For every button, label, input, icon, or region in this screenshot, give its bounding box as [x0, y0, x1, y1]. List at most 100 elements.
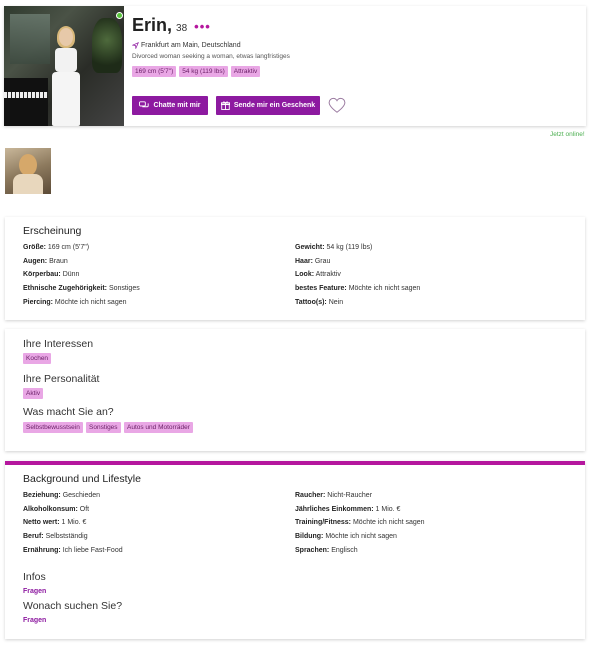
detail-label: Beziehung: [23, 492, 61, 499]
profile-tag: 54 kg (119 lbs) [179, 66, 228, 77]
profile-tags: 169 cm (5'7") 54 kg (119 lbs) Attraktiv [132, 66, 261, 77]
detail-value: Oft [79, 505, 90, 513]
photo-plant [92, 18, 122, 73]
detail-label: Körperbau: [23, 271, 61, 279]
photo-torso [55, 48, 77, 72]
detail-label: Ernährung: [23, 546, 61, 554]
detail-value: Möchte ich nicht sagen [325, 533, 397, 541]
detail-row: Tattoo(s): Nein [295, 299, 343, 306]
online-indicator-icon [116, 12, 123, 19]
detail-value: Sonstiges [108, 285, 140, 293]
profile-location: Frankfurt am Main, Deutschland [132, 42, 241, 49]
main-profile-photo[interactable] [4, 6, 124, 126]
detail-row: Ethnische Zugehörigkeit: Sonstiges [23, 285, 140, 292]
favorite-heart-icon[interactable] [328, 97, 346, 114]
chat-button-label: Chatte mit mir [153, 102, 201, 109]
detail-label: Netto wert: [23, 519, 60, 527]
photo-legs [52, 72, 80, 126]
detail-row: Größe: 169 cm (5'7") [23, 244, 89, 251]
interests-card: Ihre Interessen Kochen Ihre Personalität… [5, 329, 585, 451]
tag-chip: Selbstbewusstsein [23, 422, 83, 433]
detail-row: Augen: Braun [23, 258, 68, 265]
tag-chip: Autos und Motorräder [124, 422, 193, 433]
detail-value: Grau [314, 257, 331, 265]
detail-label: Tattoo(s): [295, 298, 327, 306]
tag-chip: Kochen [23, 353, 52, 364]
detail-label: Größe: [23, 244, 46, 251]
detail-value: 1 Mio. € [61, 519, 87, 527]
thumb-head [19, 154, 37, 176]
photo-piano-keys [4, 92, 48, 98]
photo-piano [4, 78, 48, 126]
background-card: Background und Lifestyle Beziehung: Gesc… [5, 461, 585, 639]
detail-row: Körperbau: Dünn [23, 271, 79, 278]
detail-value: Geschieden [62, 492, 101, 499]
thumb-body [13, 174, 43, 194]
detail-value: Möchte ich nicht sagen [352, 519, 425, 527]
detail-value: 54 kg (119 lbs) [326, 244, 373, 251]
detail-value: Ich liebe Fast-Food [62, 546, 123, 554]
seeking-ask-link[interactable]: Fragen [23, 617, 46, 624]
name-row: Erin, 38 ••• [132, 15, 211, 36]
detail-row: Alkoholkonsum: Oft [23, 506, 89, 513]
detail-row: Jährliches Einkommen: 1 Mio. € [295, 506, 400, 513]
appearance-title: Erscheinung [23, 225, 82, 237]
detail-row: Beziehung: Geschieden [23, 492, 100, 499]
infos-title: Infos [23, 571, 46, 583]
detail-value: 1 Mio. € [375, 505, 401, 513]
profile-age: 38 [176, 23, 188, 34]
detail-label: Bildung: [295, 533, 324, 541]
detail-value: Nicht-Raucher [327, 492, 373, 499]
appearance-card: Erscheinung Größe: 169 cm (5'7") Augen: B… [5, 217, 585, 320]
detail-label: Augen: [23, 257, 48, 265]
detail-value: Braun [49, 257, 68, 265]
seeking-text: Divorced woman seeking a woman, etwas la… [132, 53, 290, 60]
chat-button[interactable]: Chatte mit mir [132, 96, 208, 115]
detail-label: Look: [295, 271, 315, 279]
detail-row: Netto wert: 1 Mio. € [23, 519, 86, 526]
seeking-section-title: Wonach suchen Sie? [23, 600, 123, 612]
infos-ask-link[interactable]: Fragen [23, 588, 46, 595]
detail-label: Haar: [295, 257, 313, 265]
interests-title: Ihre Interessen [23, 338, 94, 350]
detail-value: Selbstständig [45, 533, 88, 541]
detail-row: bestes Feature: Möchte ich nicht sagen [295, 285, 420, 292]
detail-value: Nein [328, 298, 344, 306]
personality-title: Ihre Personalität [23, 373, 100, 385]
detail-value: Englisch [331, 546, 358, 554]
profile-tag: Attraktiv [230, 66, 261, 77]
detail-value: Möchte ich nicht sagen [54, 298, 127, 306]
detail-label: Jährliches Einkommen: [295, 505, 374, 513]
detail-row: Training/Fitness: Möchte ich nicht sagen [295, 519, 425, 526]
chat-bubble-icon [139, 101, 150, 108]
detail-row: Bildung: Möchte ich nicht sagen [295, 533, 397, 540]
detail-row: Look: Attraktiv [295, 271, 341, 278]
detail-value: Möchte ich nicht sagen [348, 285, 421, 293]
profile-name: Erin, [132, 15, 173, 35]
detail-row: Raucher: Nicht-Raucher [295, 492, 372, 499]
detail-value: 169 cm (5'7") [47, 244, 90, 251]
more-options-icon[interactable]: ••• [194, 19, 211, 34]
detail-row: Gewicht: 54 kg (119 lbs) [295, 244, 372, 251]
gift-icon [220, 101, 230, 110]
detail-row: Sprachen: Englisch [295, 547, 358, 554]
detail-row: Ernährung: Ich liebe Fast-Food [23, 547, 123, 554]
detail-label: Gewicht: [295, 244, 325, 251]
detail-row: Haar: Grau [295, 258, 330, 265]
detail-label: Training/Fitness: [295, 519, 352, 527]
detail-value: Attraktiv [315, 271, 341, 279]
tag-chip: Aktiv [23, 388, 44, 399]
detail-label: bestes Feature: [295, 285, 347, 293]
photo-thumbnail[interactable] [5, 148, 51, 194]
photo-window [10, 14, 50, 64]
detail-label: Raucher: [295, 492, 326, 499]
tag-chip: Sonstiges [86, 422, 121, 433]
send-gift-button[interactable]: Sende mir ein Geschenk [216, 96, 320, 115]
photo-head [59, 28, 73, 46]
detail-label: Sprachen: [295, 546, 330, 554]
location-text: Frankfurt am Main, Deutschland [141, 42, 241, 49]
photo-person [46, 26, 86, 126]
detail-row: Beruf: Selbstständig [23, 533, 88, 540]
turn-ons-title: Was macht Sie an? [23, 406, 114, 418]
profile-tag: 169 cm (5'7") [132, 66, 177, 77]
